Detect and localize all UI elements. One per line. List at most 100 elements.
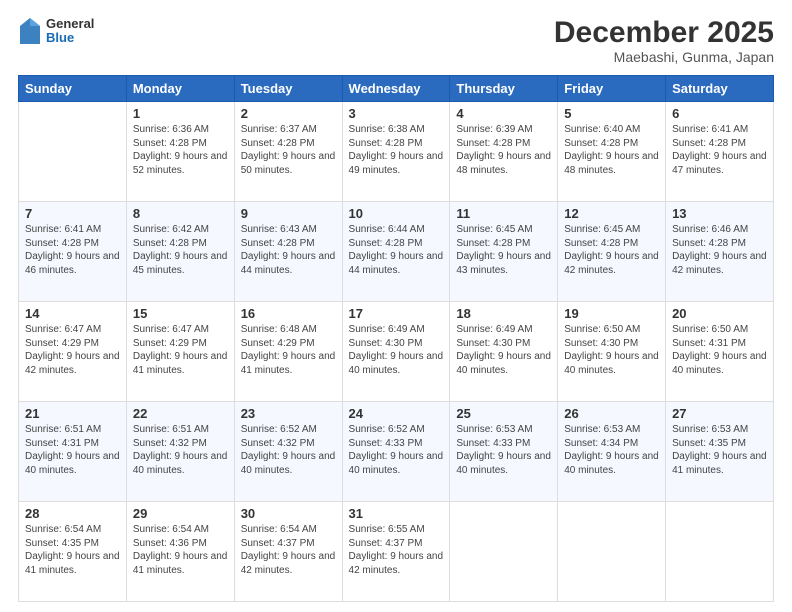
column-header-sunday: Sunday: [19, 76, 127, 102]
cell-info: Sunrise: 6:53 AM Sunset: 4:35 PM Dayligh…: [672, 423, 767, 477]
logo-blue-text: Blue: [46, 31, 94, 45]
calendar-cell: 2 Sunrise: 6:37 AM Sunset: 4:28 PM Daylig…: [234, 102, 342, 202]
day-number: 24: [349, 406, 444, 421]
day-number: 14: [25, 306, 120, 321]
day-number: 10: [349, 206, 444, 221]
cell-info: Sunrise: 6:53 AM Sunset: 4:34 PM Dayligh…: [564, 423, 659, 477]
day-number: 16: [241, 306, 336, 321]
cell-info: Sunrise: 6:50 AM Sunset: 4:30 PM Dayligh…: [564, 323, 659, 377]
day-number: 22: [133, 406, 228, 421]
cell-info: Sunrise: 6:40 AM Sunset: 4:28 PM Dayligh…: [564, 123, 659, 177]
day-number: 13: [672, 206, 767, 221]
cell-info: Sunrise: 6:53 AM Sunset: 4:33 PM Dayligh…: [456, 423, 551, 477]
logo-general-text: General: [46, 17, 94, 31]
calendar-cell: 27 Sunrise: 6:53 AM Sunset: 4:35 PM Dayli…: [666, 402, 774, 502]
calendar-cell: 11Sunrise: 6:45 AM Sunset: 4:28 PM Dayli…: [450, 202, 558, 302]
day-number: 1: [133, 106, 228, 121]
calendar-cell: 7Sunrise: 6:41 AM Sunset: 4:28 PM Daylig…: [19, 202, 127, 302]
calendar-cell: [558, 502, 666, 602]
cell-info: Sunrise: 6:41 AM Sunset: 4:28 PM Dayligh…: [672, 123, 767, 177]
cell-info: Sunrise: 6:39 AM Sunset: 4:28 PM Dayligh…: [456, 123, 551, 177]
calendar-cell: 23Sunrise: 6:52 AM Sunset: 4:32 PM Dayli…: [234, 402, 342, 502]
day-number: 26: [564, 406, 659, 421]
calendar-cell: 15 Sunrise: 6:47 AM Sunset: 4:29 PM Dayli…: [126, 302, 234, 402]
day-number: 18: [456, 306, 551, 321]
day-number: 27: [672, 406, 767, 421]
calendar-cell: 19 Sunrise: 6:50 AM Sunset: 4:30 PM Dayli…: [558, 302, 666, 402]
calendar-cell: 13Sunrise: 6:46 AM Sunset: 4:28 PM Dayli…: [666, 202, 774, 302]
day-number: 4: [456, 106, 551, 121]
cell-info: Sunrise: 6:36 AM Sunset: 4:28 PM Dayligh…: [133, 123, 228, 177]
page: General Blue December 2025 Maebashi, Gun…: [0, 0, 792, 612]
day-number: 9: [241, 206, 336, 221]
cell-info: Sunrise: 6:52 AM Sunset: 4:33 PM Dayligh…: [349, 423, 444, 477]
day-number: 21: [25, 406, 120, 421]
calendar-cell: 8Sunrise: 6:42 AM Sunset: 4:28 PM Daylig…: [126, 202, 234, 302]
column-header-wednesday: Wednesday: [342, 76, 450, 102]
calendar-cell: 14 Sunrise: 6:47 AM Sunset: 4:29 PM Dayli…: [19, 302, 127, 402]
day-number: 15: [133, 306, 228, 321]
logo: General Blue: [18, 16, 94, 46]
calendar-cell: 5Sunrise: 6:40 AM Sunset: 4:28 PM Daylig…: [558, 102, 666, 202]
column-header-tuesday: Tuesday: [234, 76, 342, 102]
cell-info: Sunrise: 6:51 AM Sunset: 4:31 PM Dayligh…: [25, 423, 120, 477]
day-number: 20: [672, 306, 767, 321]
calendar-week-row: 7Sunrise: 6:41 AM Sunset: 4:28 PM Daylig…: [19, 202, 774, 302]
calendar-cell: 16 Sunrise: 6:48 AM Sunset: 4:29 PM Dayli…: [234, 302, 342, 402]
calendar-cell: 22 Sunrise: 6:51 AM Sunset: 4:32 PM Dayli…: [126, 402, 234, 502]
cell-info: Sunrise: 6:47 AM Sunset: 4:29 PM Dayligh…: [25, 323, 120, 377]
logo-text: General Blue: [46, 17, 94, 46]
cell-info: Sunrise: 6:49 AM Sunset: 4:30 PM Dayligh…: [349, 323, 444, 377]
calendar-cell: 12 Sunrise: 6:45 AM Sunset: 4:28 PM Dayli…: [558, 202, 666, 302]
cell-info: Sunrise: 6:54 AM Sunset: 4:35 PM Dayligh…: [25, 523, 120, 577]
day-number: 25: [456, 406, 551, 421]
calendar-cell: [666, 502, 774, 602]
day-number: 31: [349, 506, 444, 521]
calendar-cell: 28 Sunrise: 6:54 AM Sunset: 4:35 PM Dayli…: [19, 502, 127, 602]
day-number: 19: [564, 306, 659, 321]
cell-info: Sunrise: 6:48 AM Sunset: 4:29 PM Dayligh…: [241, 323, 336, 377]
calendar-cell: 10Sunrise: 6:44 AM Sunset: 4:28 PM Dayli…: [342, 202, 450, 302]
calendar-cell: 9 Sunrise: 6:43 AM Sunset: 4:28 PM Daylig…: [234, 202, 342, 302]
day-number: 3: [349, 106, 444, 121]
day-number: 7: [25, 206, 120, 221]
calendar-week-row: 21 Sunrise: 6:51 AM Sunset: 4:31 PM Dayli…: [19, 402, 774, 502]
calendar-cell: 6 Sunrise: 6:41 AM Sunset: 4:28 PM Daylig…: [666, 102, 774, 202]
calendar-cell: 1 Sunrise: 6:36 AM Sunset: 4:28 PM Daylig…: [126, 102, 234, 202]
day-number: 29: [133, 506, 228, 521]
calendar-cell: [450, 502, 558, 602]
column-header-friday: Friday: [558, 76, 666, 102]
cell-info: Sunrise: 6:37 AM Sunset: 4:28 PM Dayligh…: [241, 123, 336, 177]
calendar-cell: 3Sunrise: 6:38 AM Sunset: 4:28 PM Daylig…: [342, 102, 450, 202]
calendar-cell: [19, 102, 127, 202]
day-number: 11: [456, 206, 551, 221]
cell-info: Sunrise: 6:42 AM Sunset: 4:28 PM Dayligh…: [133, 223, 228, 277]
calendar-table: SundayMondayTuesdayWednesdayThursdayFrid…: [18, 75, 774, 602]
calendar-cell: 31 Sunrise: 6:55 AM Sunset: 4:37 PM Dayli…: [342, 502, 450, 602]
calendar-cell: 29 Sunrise: 6:54 AM Sunset: 4:36 PM Dayli…: [126, 502, 234, 602]
day-number: 23: [241, 406, 336, 421]
cell-info: Sunrise: 6:54 AM Sunset: 4:37 PM Dayligh…: [241, 523, 336, 577]
cell-info: Sunrise: 6:49 AM Sunset: 4:30 PM Dayligh…: [456, 323, 551, 377]
cell-info: Sunrise: 6:55 AM Sunset: 4:37 PM Dayligh…: [349, 523, 444, 577]
calendar-week-row: 14 Sunrise: 6:47 AM Sunset: 4:29 PM Dayli…: [19, 302, 774, 402]
day-number: 6: [672, 106, 767, 121]
header: General Blue December 2025 Maebashi, Gun…: [18, 16, 774, 65]
calendar-cell: 17Sunrise: 6:49 AM Sunset: 4:30 PM Dayli…: [342, 302, 450, 402]
calendar-cell: 21 Sunrise: 6:51 AM Sunset: 4:31 PM Dayli…: [19, 402, 127, 502]
column-header-monday: Monday: [126, 76, 234, 102]
subtitle: Maebashi, Gunma, Japan: [554, 49, 774, 65]
calendar-cell: 24 Sunrise: 6:52 AM Sunset: 4:33 PM Dayli…: [342, 402, 450, 502]
cell-info: Sunrise: 6:54 AM Sunset: 4:36 PM Dayligh…: [133, 523, 228, 577]
day-number: 12: [564, 206, 659, 221]
cell-info: Sunrise: 6:47 AM Sunset: 4:29 PM Dayligh…: [133, 323, 228, 377]
calendar-cell: 20Sunrise: 6:50 AM Sunset: 4:31 PM Dayli…: [666, 302, 774, 402]
day-number: 2: [241, 106, 336, 121]
calendar-cell: 30 Sunrise: 6:54 AM Sunset: 4:37 PM Dayli…: [234, 502, 342, 602]
cell-info: Sunrise: 6:51 AM Sunset: 4:32 PM Dayligh…: [133, 423, 228, 477]
cell-info: Sunrise: 6:45 AM Sunset: 4:28 PM Dayligh…: [564, 223, 659, 277]
main-title: December 2025: [554, 16, 774, 49]
day-number: 30: [241, 506, 336, 521]
cell-info: Sunrise: 6:43 AM Sunset: 4:28 PM Dayligh…: [241, 223, 336, 277]
day-number: 28: [25, 506, 120, 521]
